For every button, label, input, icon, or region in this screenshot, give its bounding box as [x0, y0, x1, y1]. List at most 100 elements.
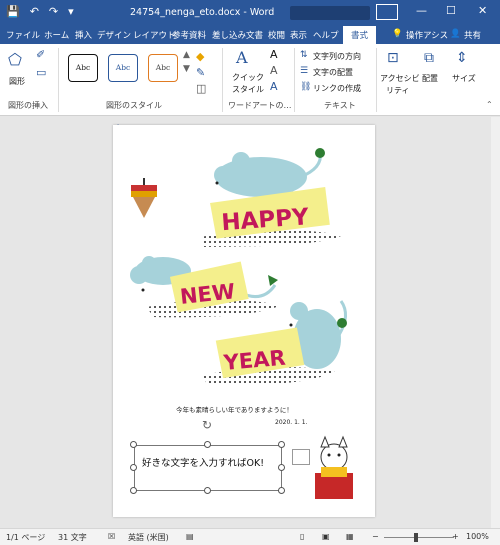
web-layout-icon[interactable]: ▦: [346, 532, 354, 541]
text-effects-icon[interactable]: A: [270, 80, 278, 93]
lucky-cat-icon: [315, 435, 353, 499]
macro-icon[interactable]: ▤: [186, 532, 194, 541]
proofing-icon[interactable]: ☒: [108, 532, 115, 541]
ribbon: ⬠ 図形 ✐ ▭ 図形の挿入 Abc Abc Abc ▲ ▼ ◆ ✎ ◫ 図形の…: [0, 44, 500, 116]
wordart-group-label: ワードアートの…: [228, 101, 292, 110]
resize-handle[interactable]: [278, 464, 285, 471]
customize-qat-icon[interactable]: ▾: [68, 5, 74, 18]
maximize-icon[interactable]: ☐: [446, 4, 456, 17]
text-outline-icon[interactable]: A: [270, 64, 278, 77]
undo-icon[interactable]: ↶: [30, 5, 39, 18]
minimize-icon[interactable]: —: [416, 4, 427, 17]
resize-handle[interactable]: [204, 441, 211, 448]
edit-shape-icon[interactable]: ✐: [36, 48, 45, 61]
shapes-icon[interactable]: ⬠: [8, 50, 22, 69]
group-separator: [58, 48, 59, 112]
zoom-slider-thumb[interactable]: [414, 533, 418, 542]
print-layout-icon[interactable]: ▣: [322, 532, 330, 541]
greeting-text: 今年も素晴らしい年でありますように！: [176, 406, 293, 414]
quick-styles-label[interactable]: クイック: [232, 72, 264, 83]
shape-effects-icon[interactable]: ◫: [196, 82, 206, 95]
size-icon[interactable]: ⇕: [456, 50, 468, 66]
person-icon: 👤: [450, 29, 461, 39]
shape-outline-icon[interactable]: ✎: [196, 66, 205, 79]
tell-me-box[interactable]: 操作アシス: [406, 29, 448, 41]
collapse-ribbon-icon[interactable]: ⌃: [486, 100, 493, 109]
close-icon[interactable]: ✕: [478, 4, 487, 17]
resize-handle[interactable]: [130, 441, 137, 448]
language-status[interactable]: 英語 (米国): [128, 532, 169, 543]
tab-format[interactable]: 書式: [343, 26, 377, 44]
bow-icon: [268, 275, 278, 286]
quick-styles-icon[interactable]: A: [236, 48, 248, 67]
tab-references[interactable]: 参考資料: [172, 29, 206, 41]
zoom-slider[interactable]: [384, 537, 454, 538]
group-separator: [376, 48, 377, 112]
group-separator: [294, 48, 295, 112]
flower-icon-2: [337, 318, 347, 328]
shape-fill-icon[interactable]: ◆: [196, 50, 204, 63]
share-button[interactable]: 共有: [464, 29, 481, 41]
shape-style-3[interactable]: Abc: [148, 54, 178, 82]
word-count[interactable]: 31 文字: [58, 532, 87, 543]
lightbulb-icon: 💡: [392, 29, 403, 39]
text-direction-label[interactable]: 文字列の方向: [313, 51, 361, 62]
accessibility-label-2[interactable]: リティ: [386, 85, 410, 96]
resize-handle[interactable]: [204, 487, 211, 494]
resize-handle[interactable]: [130, 464, 137, 471]
tab-file[interactable]: ファイル: [6, 29, 40, 41]
resize-handle[interactable]: [278, 487, 285, 494]
spinning-top-icon: [131, 178, 157, 218]
create-link-label[interactable]: リンクの作成: [313, 83, 361, 94]
quick-access-toolbar: 💾 ↶ ↷ ▾: [6, 5, 74, 18]
rotate-handle-icon[interactable]: ↻: [202, 418, 212, 432]
arrange-icon[interactable]: ⧉: [424, 50, 434, 66]
selected-textbox[interactable]: 好きな文字を入力すればOK!: [134, 445, 282, 491]
tab-layout[interactable]: レイアウト: [133, 29, 176, 41]
textbox-icon[interactable]: ▭: [36, 66, 46, 79]
link-icon[interactable]: ⛓: [300, 82, 311, 92]
tab-help[interactable]: ヘルプ: [313, 29, 339, 41]
arrange-label[interactable]: 配置: [422, 73, 438, 84]
tab-design[interactable]: デザイン: [97, 29, 131, 41]
shapes-label[interactable]: 図形: [9, 76, 25, 87]
group-separator: [222, 48, 223, 112]
tab-home[interactable]: ホーム: [44, 29, 69, 41]
layout-options-icon[interactable]: [292, 449, 310, 465]
quick-styles-label-2[interactable]: スタイル: [232, 84, 264, 95]
shape-style-1[interactable]: Abc: [68, 54, 98, 82]
tab-mailings[interactable]: 差し込み文書: [212, 29, 263, 41]
text-direction-icon[interactable]: ⇅: [300, 50, 308, 60]
vertical-scrollbar[interactable]: [491, 117, 500, 528]
tab-review[interactable]: 校閲: [268, 29, 285, 41]
align-text-icon[interactable]: ☰: [300, 66, 308, 76]
save-icon[interactable]: 💾: [6, 5, 20, 18]
ribbon-display-options-icon[interactable]: [376, 4, 398, 20]
alt-text-icon[interactable]: ⊡: [387, 50, 399, 66]
redo-icon[interactable]: ↷: [49, 5, 58, 18]
text-group-label: テキスト: [324, 101, 356, 110]
account-name[interactable]: [290, 6, 370, 20]
text-fill-icon[interactable]: A: [270, 48, 278, 61]
shape-style-2[interactable]: Abc: [108, 54, 138, 82]
size-label[interactable]: サイズ: [452, 73, 476, 84]
tab-view[interactable]: 表示: [290, 29, 307, 41]
zoom-in-icon[interactable]: +: [452, 532, 459, 541]
insert-shapes-group-label: 図形の挿入: [8, 101, 48, 110]
align-text-label[interactable]: 文字の配置: [313, 67, 353, 78]
resize-handle[interactable]: [130, 487, 137, 494]
textbox-text[interactable]: 好きな文字を入力すればOK!: [142, 455, 264, 469]
title-bar: 💾 ↶ ↷ ▾ 24754_nenga_eto.docx - Word — ☐ …: [0, 0, 500, 26]
status-bar: 1/1 ページ 31 文字 ☒ 英語 (米国) ▤ ▯ ▣ ▦ − + 100%: [0, 528, 500, 545]
zoom-out-icon[interactable]: −: [372, 532, 379, 541]
styles-scroll-up-icon[interactable]: ▲: [183, 50, 190, 60]
read-mode-icon[interactable]: ▯: [300, 532, 304, 541]
zoom-level[interactable]: 100%: [466, 532, 489, 541]
accessibility-label[interactable]: アクセシビ: [380, 73, 420, 84]
document-title: 24754_nenga_eto.docx - Word: [130, 7, 275, 18]
tab-insert[interactable]: 挿入: [75, 29, 92, 41]
styles-scroll-down-icon[interactable]: ▼: [183, 64, 190, 74]
ribbon-tabs: ファイル ホーム 挿入 デザイン レイアウト 参考資料 差し込み文書 校閲 表示…: [0, 26, 500, 44]
page-count[interactable]: 1/1 ページ: [6, 532, 45, 543]
resize-handle[interactable]: [278, 441, 285, 448]
